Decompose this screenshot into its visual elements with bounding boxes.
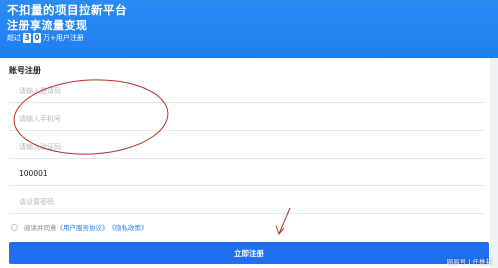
register-form: 账号注册 请输入邀请码 请输入手机号 请输入验证码 100001 请设置密码 阅… <box>0 58 490 268</box>
register-button[interactable]: 立即注册 <box>9 242 489 264</box>
form-title: 账号注册 <box>9 66 41 75</box>
watermark: 网易号 | 任推邦 <box>446 258 492 266</box>
count-prefix: 超过 <box>7 34 21 42</box>
verify-code-input[interactable]: 请输入验证码 <box>9 135 485 159</box>
user-count: 超过 3 0 万+用户注册 <box>7 33 84 43</box>
banner-subtitle: 注册享流量变现 <box>7 19 88 32</box>
count-digit: 3 <box>23 33 31 43</box>
banner-title: 不扣量的项目拉新平台 <box>7 3 127 17</box>
terms-link[interactable]: 《用户服务协议》 <box>57 222 109 232</box>
invite-code-input[interactable]: 请输入邀请码 <box>9 79 485 103</box>
phone-input[interactable]: 请输入手机号 <box>9 107 485 131</box>
count-suffix: 万+用户注册 <box>43 34 84 42</box>
referrer-id-input[interactable]: 100001 <box>9 162 485 186</box>
privacy-link[interactable]: 《隐私政策》 <box>109 222 148 232</box>
agree-text: 阅读并同意 <box>24 224 57 232</box>
agree-checkbox[interactable] <box>11 223 18 231</box>
promo-banner: 不扣量的项目拉新平台 注册享流量变现 超过 3 0 万+用户注册 <box>0 0 498 58</box>
count-digit: 0 <box>33 33 41 43</box>
password-input[interactable]: 请设置密码 <box>9 190 485 214</box>
agreement-row: 阅读并同意 《用户服务协议》 《隐私政策》 <box>11 222 148 232</box>
